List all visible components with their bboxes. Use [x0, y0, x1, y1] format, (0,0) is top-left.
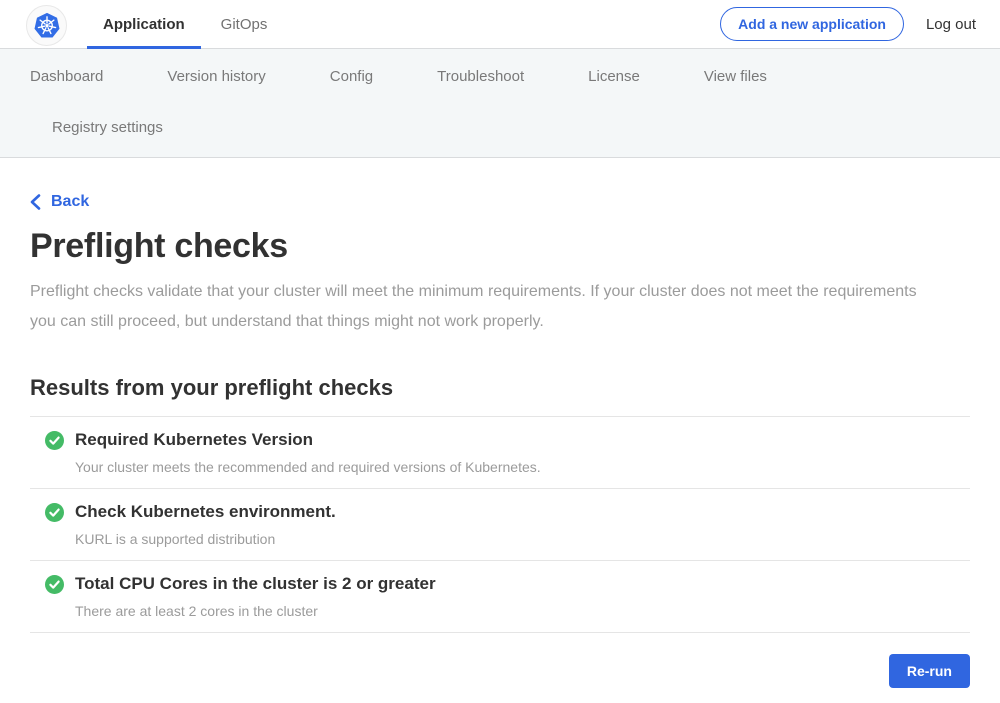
preflight-result-row: Check Kubernetes environment. KURL is a … [30, 489, 970, 561]
result-text: Total CPU Cores in the cluster is 2 or g… [75, 574, 436, 619]
result-message: There are at least 2 cores in the cluste… [75, 603, 436, 619]
subnav-item-version-history[interactable]: Version history [167, 62, 265, 91]
add-new-application-button[interactable]: Add a new application [720, 7, 904, 41]
result-title: Total CPU Cores in the cluster is 2 or g… [75, 574, 436, 594]
result-text: Required Kubernetes Version Your cluster… [75, 430, 541, 475]
tab-gitops-label: GitOps [221, 16, 268, 33]
page: Application GitOps Add a new application… [0, 0, 1000, 666]
subnav-item-config[interactable]: Config [330, 62, 373, 91]
page-title: Preflight checks [30, 227, 970, 266]
subnav-item-registry-settings[interactable]: Registry settings [52, 113, 163, 142]
tab-application-label: Application [103, 16, 185, 33]
app-subnav: Dashboard Version history Config Trouble… [0, 49, 1000, 158]
back-link-label: Back [51, 193, 89, 211]
check-circle-icon [45, 431, 64, 455]
result-text: Check Kubernetes environment. KURL is a … [75, 502, 336, 547]
tab-gitops[interactable]: GitOps [219, 0, 270, 48]
subnav-item-license[interactable]: License [588, 62, 640, 91]
back-link[interactable]: Back [30, 193, 89, 211]
main-content: Back Preflight checks Preflight checks v… [0, 158, 1000, 703]
result-title: Check Kubernetes environment. [75, 502, 336, 522]
subnav-item-troubleshoot[interactable]: Troubleshoot [437, 62, 524, 91]
preflight-result-row: Total CPU Cores in the cluster is 2 or g… [30, 561, 970, 633]
chevron-left-icon [30, 194, 41, 210]
page-description: Preflight checks validate that your clus… [30, 277, 945, 337]
result-message: KURL is a supported distribution [75, 531, 336, 547]
logout-link[interactable]: Log out [926, 16, 976, 33]
kubernetes-logo[interactable] [26, 5, 67, 46]
subnav-item-dashboard[interactable]: Dashboard [30, 62, 103, 91]
header-right: Add a new application Log out [720, 7, 976, 41]
results-heading: Results from your preflight checks [30, 375, 970, 401]
result-message: Your cluster meets the recommended and r… [75, 459, 541, 475]
rerun-button[interactable]: Re-run [889, 654, 970, 688]
top-header: Application GitOps Add a new application… [0, 0, 1000, 49]
preflight-result-row: Required Kubernetes Version Your cluster… [30, 417, 970, 489]
header-tabs: Application GitOps [101, 0, 301, 48]
check-circle-icon [45, 575, 64, 599]
tab-application[interactable]: Application [101, 0, 187, 48]
kubernetes-logo-icon [30, 9, 64, 43]
subnav-item-view-files[interactable]: View files [704, 62, 767, 91]
preflight-results-list: Required Kubernetes Version Your cluster… [30, 416, 970, 633]
result-title: Required Kubernetes Version [75, 430, 541, 450]
footer-actions: Re-run [30, 654, 970, 703]
check-circle-icon [45, 503, 64, 527]
